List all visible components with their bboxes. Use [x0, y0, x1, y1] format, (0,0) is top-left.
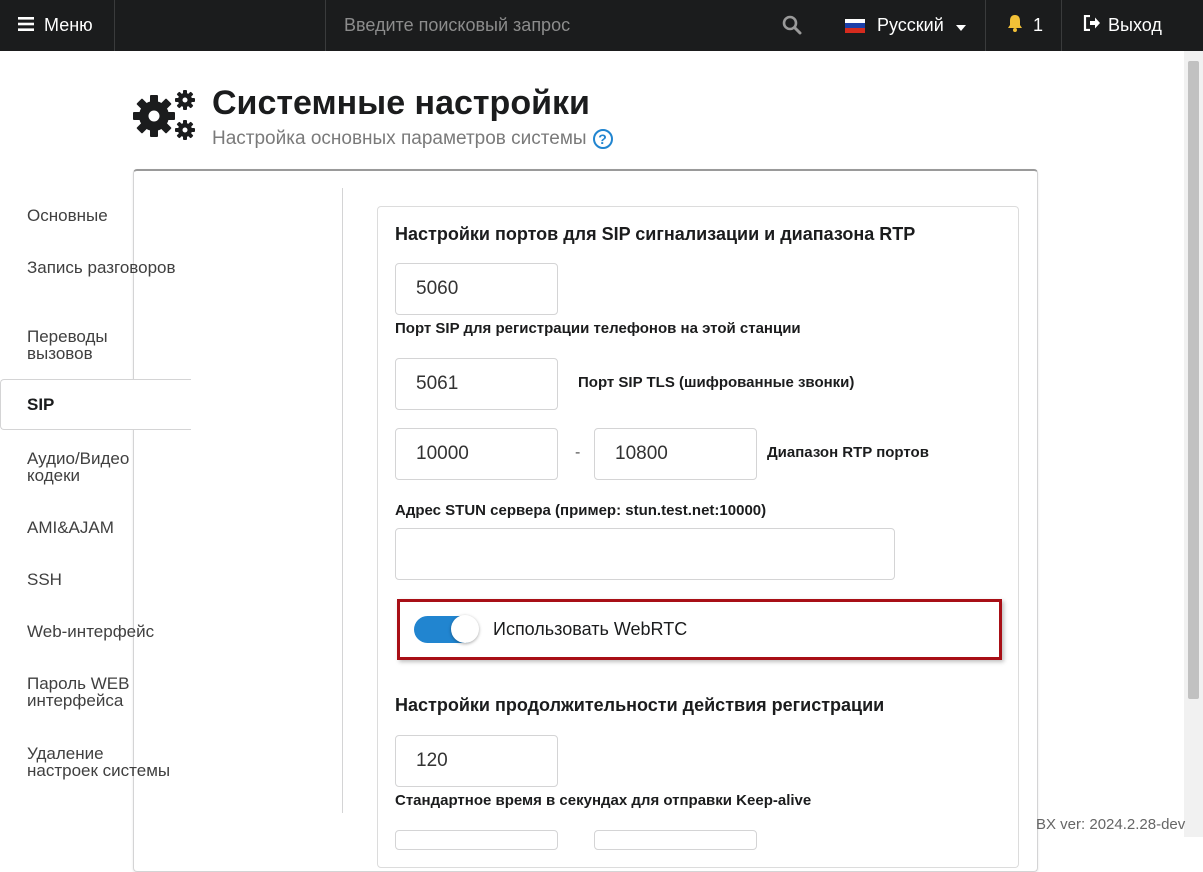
next-input-left[interactable] — [395, 830, 558, 850]
menu-label: Меню — [44, 15, 93, 35]
page-title: Системные настройки — [212, 84, 590, 122]
rtp-range-label: Диапазон RTP портов — [767, 444, 929, 461]
registration-section-title: Настройки продолжительности действия рег… — [395, 695, 885, 715]
sidebar-item-general[interactable]: Основные — [27, 207, 177, 224]
sidebar-item-codecs[interactable]: Аудио/Видео кодеки — [27, 450, 177, 484]
tls-port-label: Порт SIP TLS (шифрованные звонки) — [578, 374, 855, 391]
sign-out-icon — [1083, 14, 1101, 36]
notifications-button[interactable]: 1 — [1007, 0, 1043, 51]
tls-port-input[interactable]: 5061 — [395, 358, 558, 410]
notifications-count: 1 — [1033, 15, 1044, 35]
top-navbar: Меню Введите поисковый запрос Русский 1 … — [0, 0, 1203, 51]
sidebar-item-delete-settings[interactable]: Удаление настроек системы — [27, 745, 177, 779]
sidebar-item-call-recording[interactable]: Запись разговоров — [27, 259, 177, 276]
language-dropdown[interactable]: Русский — [845, 0, 966, 51]
keepalive-input[interactable]: 120 — [395, 735, 558, 787]
sip-port-label: Порт SIP для регистрации телефонов на эт… — [395, 320, 801, 337]
caret-down-icon — [955, 15, 966, 36]
help-icon[interactable]: ? — [592, 129, 613, 149]
sidebar-item-ami-ajam[interactable]: AMI&AJAM — [27, 519, 177, 536]
sidebar-item-web-password[interactable]: Пароль WEB интерфейса — [27, 675, 177, 709]
page-scrollbar[interactable] — [1184, 51, 1203, 837]
hamburger-icon — [18, 15, 34, 36]
logout-label: Выход — [1108, 15, 1162, 35]
next-input-right[interactable] — [594, 830, 757, 850]
scrollbar-thumb[interactable] — [1188, 61, 1199, 699]
page-subtitle: Настройка основных параметров системы ? — [212, 128, 613, 150]
search-icon[interactable] — [782, 15, 802, 40]
sidebar-item-web-interface[interactable]: Web-интерфейс — [27, 623, 177, 640]
logout-button[interactable]: Выход — [1083, 0, 1162, 51]
keepalive-label: Стандартное время в секундах для отправк… — [395, 792, 812, 809]
sidebar-item-call-transfers[interactable]: Переводы вызовов — [27, 328, 177, 362]
language-label: Русский — [877, 15, 944, 35]
search-input[interactable]: Введите поисковый запрос — [344, 0, 570, 51]
version-label: BX ver: 2024.2.28-dev — [1036, 816, 1186, 833]
webrtc-label[interactable]: Использовать WebRTC — [493, 619, 687, 640]
cogs-icon — [132, 88, 200, 149]
bell-icon — [1007, 14, 1023, 37]
rtp-start-input[interactable]: 10000 — [395, 428, 558, 480]
settings-side-menu — [151, 188, 343, 813]
rtp-end-input[interactable]: 10800 — [594, 428, 757, 480]
menu-button[interactable]: Меню — [0, 0, 114, 51]
sidebar-item-ssh[interactable]: SSH — [27, 571, 177, 588]
webrtc-highlight — [397, 599, 1002, 660]
russia-flag-icon — [845, 18, 865, 33]
stun-server-input[interactable] — [395, 528, 895, 580]
ports-section-title: Настройки портов для SIP сигнализации и … — [395, 224, 916, 244]
sidebar-item-sip[interactable]: SIP — [0, 379, 191, 430]
stun-label: Адрес STUN сервера (пример: stun.test.ne… — [395, 502, 767, 519]
rtp-separator: - — [575, 444, 581, 461]
page-subtitle-text: Настройка основных параметров системы — [212, 128, 587, 149]
sip-port-input[interactable]: 5060 — [395, 263, 558, 315]
webrtc-toggle-knob[interactable] — [451, 615, 479, 643]
